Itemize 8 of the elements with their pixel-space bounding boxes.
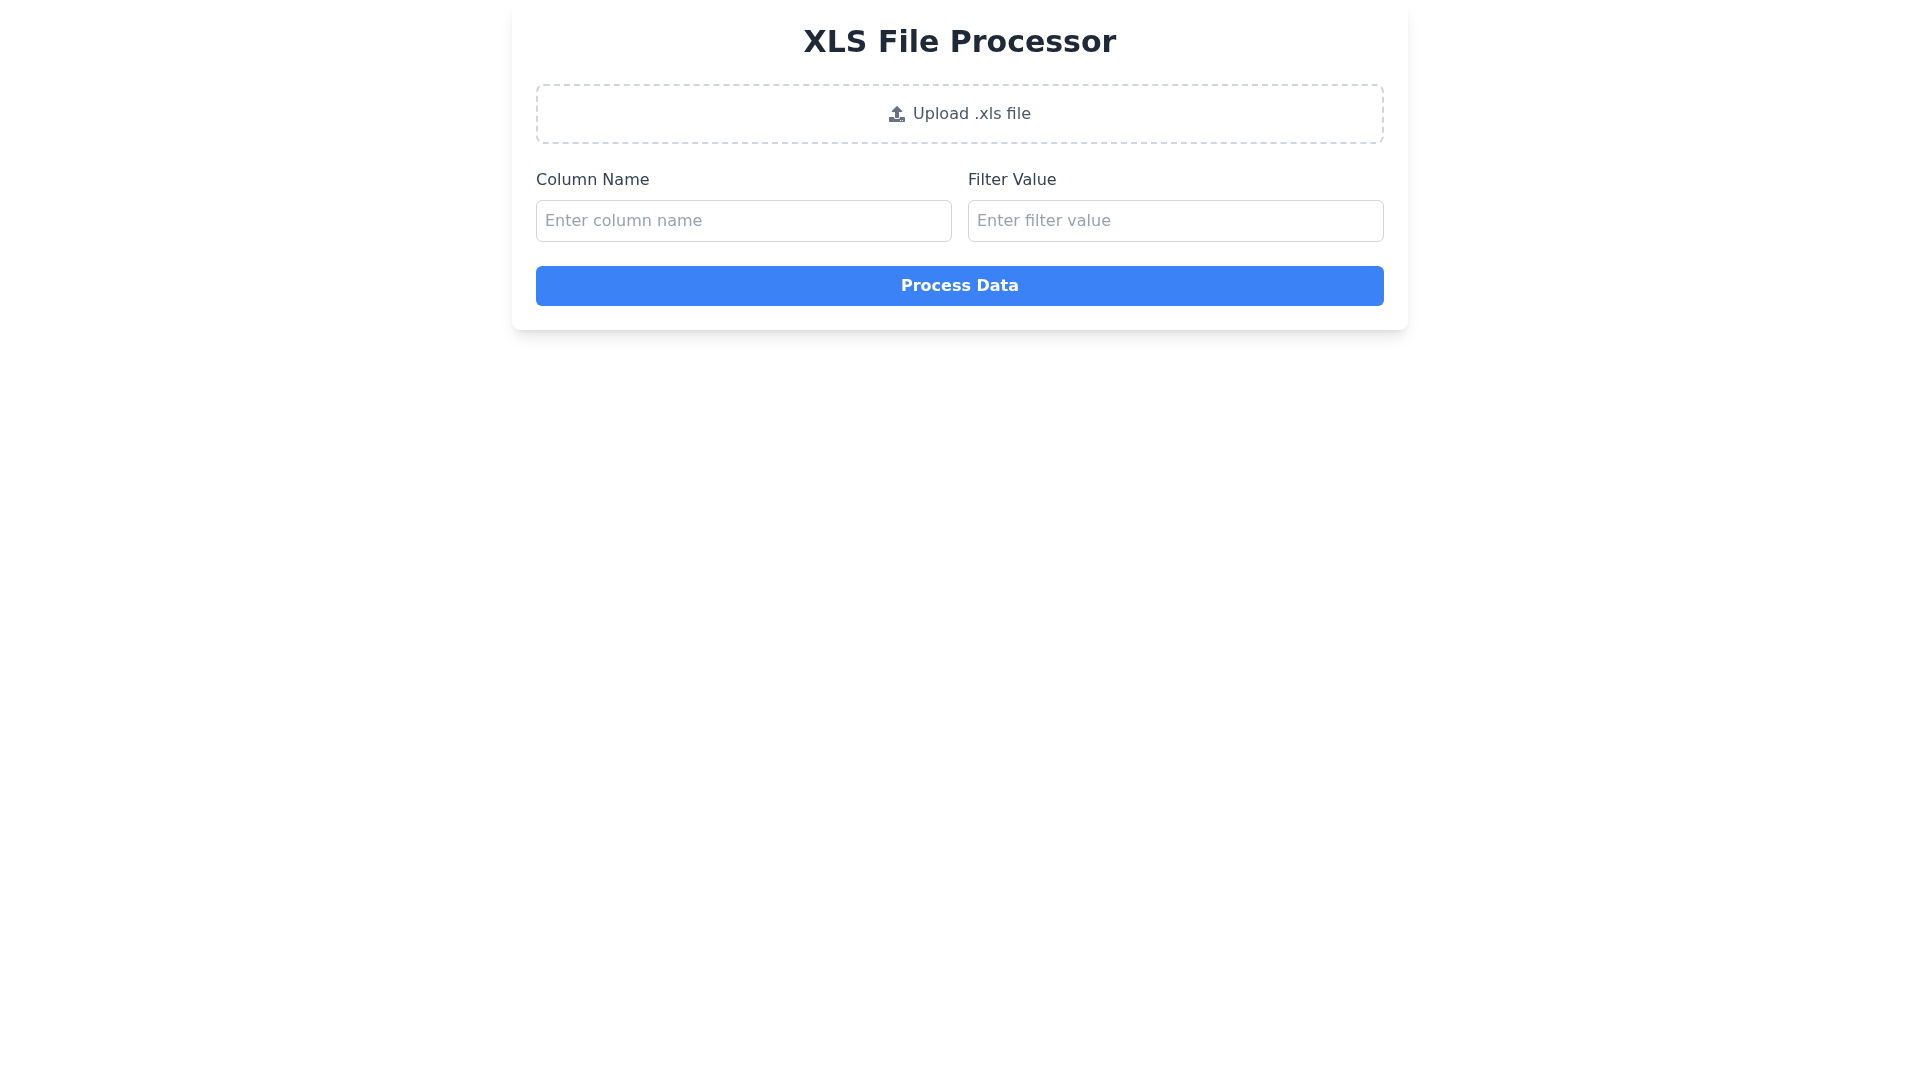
text-input[interactable]: Enter filter value [968,200,1384,242]
text-input[interactable]: Enter column name [536,200,952,242]
upload-icon [889,106,906,122]
process-button[interactable]: Process Data [536,266,1384,306]
upload-dropzone[interactable]: Upload .xls file [536,84,1384,144]
field-label: Filter Value [968,169,1057,191]
page-title: XLS File Processor [802,24,1118,60]
field-label: Column Name [536,169,650,191]
